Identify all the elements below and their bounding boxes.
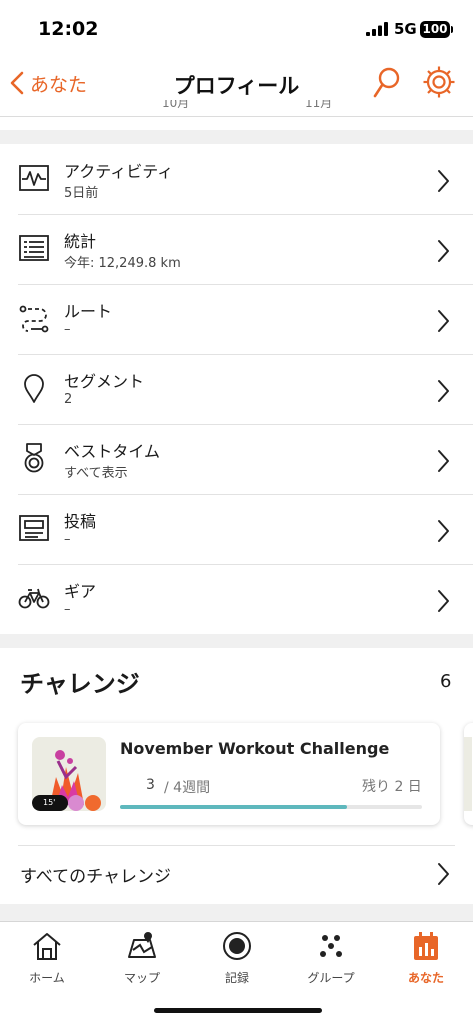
menu-row-routes[interactable]: ルート – (0, 285, 473, 355)
section-gap (0, 904, 473, 921)
menu-row-gear[interactable]: ギア – (0, 565, 473, 635)
menu-row-subtitle: すべて表示 (64, 466, 128, 481)
status-bar: 12:02 5G 100 (0, 0, 473, 58)
battery-icon: 100 (420, 21, 450, 38)
challenge-progress-value: 3 (146, 777, 155, 793)
signal-icon (366, 22, 388, 36)
menu-row-title: アクティビティ (64, 162, 174, 181)
page-title: プロフィール (173, 74, 300, 98)
menu-row-posts[interactable]: 投稿 – (0, 495, 473, 565)
menu-row-title: ベストタイム (64, 442, 161, 461)
tab-groups[interactable]: グループ (284, 930, 378, 986)
challenges-count: 6 (440, 671, 452, 692)
menu-row-title: ギア (64, 582, 97, 601)
segment-pin-icon (24, 374, 44, 403)
menu-row-best-efforts[interactable]: ベストタイム すべて表示 (0, 425, 473, 495)
tab-label: 記録 (224, 971, 249, 985)
menu-row-subtitle: – (64, 322, 71, 337)
chevron-right-icon (438, 170, 449, 192)
axis-label-november: 11月 (305, 100, 333, 110)
challenge-progress-bar (120, 805, 422, 809)
section-gap (0, 634, 473, 648)
gear-icon[interactable] (422, 65, 456, 99)
post-icon (19, 515, 49, 541)
menu-row-subtitle: – (64, 532, 71, 547)
search-icon[interactable] (372, 66, 402, 100)
menu-row-subtitle: – (64, 602, 71, 617)
challenge-card[interactable]: 15' November Workout Challenge 3 / 4週間 残… (18, 723, 440, 825)
menu-row-title: 統計 (64, 232, 97, 251)
chevron-right-icon (438, 310, 449, 332)
menu-row-subtitle: 5日前 (64, 186, 99, 201)
challenge-remaining: 残り 2 日 (362, 779, 422, 795)
record-icon (223, 932, 251, 960)
home-indicator (154, 1008, 322, 1013)
axis-label-october: 10月 (162, 100, 190, 110)
challenge-badge-image: 15' (32, 737, 106, 811)
chevron-right-icon (438, 240, 449, 262)
status-time: 12:02 (38, 18, 99, 40)
tab-home[interactable]: ホーム (0, 930, 94, 986)
tab-you[interactable]: あなた (379, 930, 473, 986)
next-challenge-card[interactable] (464, 723, 473, 825)
divider (18, 845, 455, 846)
you-icon (414, 932, 438, 960)
tab-label: あなた (407, 971, 444, 985)
bicycle-icon (18, 588, 50, 609)
section-gap (0, 130, 473, 144)
challenges-heading: チャレンジ (20, 670, 140, 698)
tab-map[interactable]: マップ (95, 930, 189, 986)
tab-label: ホーム (29, 971, 65, 985)
chevron-right-icon (438, 450, 449, 472)
menu-row-segments[interactable]: セグメント 2 (0, 355, 473, 425)
groups-icon (320, 935, 342, 957)
menu-row-title: セグメント (64, 372, 145, 391)
menu-row-title: 投稿 (64, 512, 97, 531)
challenge-progress-goal: / 4週間 (164, 780, 211, 796)
all-challenges-link[interactable]: すべてのチャレンジ (20, 862, 171, 887)
next-challenge-badge (464, 737, 472, 811)
medal-icon (24, 443, 44, 473)
challenge-title: November Workout Challenge (120, 739, 390, 758)
activity-chart-icon (19, 165, 49, 191)
home-icon (33, 933, 61, 960)
chevron-right-icon (438, 380, 449, 402)
menu-row-title: ルート (64, 302, 113, 321)
menu-row-statistics[interactable]: 統計 今年: 12,249.8 km (0, 215, 473, 285)
menu-row-subtitle: 今年: 12,249.8 km (64, 256, 181, 271)
route-icon (19, 305, 49, 333)
map-icon (128, 932, 156, 958)
challenge-badge-label: 15' (43, 798, 56, 807)
tab-label: グループ (307, 971, 355, 985)
battery-tip (451, 26, 453, 33)
tab-record[interactable]: 記録 (190, 930, 284, 986)
menu-row-subtitle: 2 (64, 392, 73, 407)
chevron-right-icon[interactable] (436, 862, 450, 886)
chevron-right-icon (438, 520, 449, 542)
challenge-progress-fill (120, 805, 347, 809)
menu-row-activities[interactable]: アクティビティ 5日前 (0, 145, 473, 215)
tab-label: マップ (123, 971, 160, 985)
network-type: 5G (394, 20, 417, 38)
statistics-icon (19, 235, 49, 261)
chevron-right-icon (438, 590, 449, 612)
divider (0, 116, 473, 117)
